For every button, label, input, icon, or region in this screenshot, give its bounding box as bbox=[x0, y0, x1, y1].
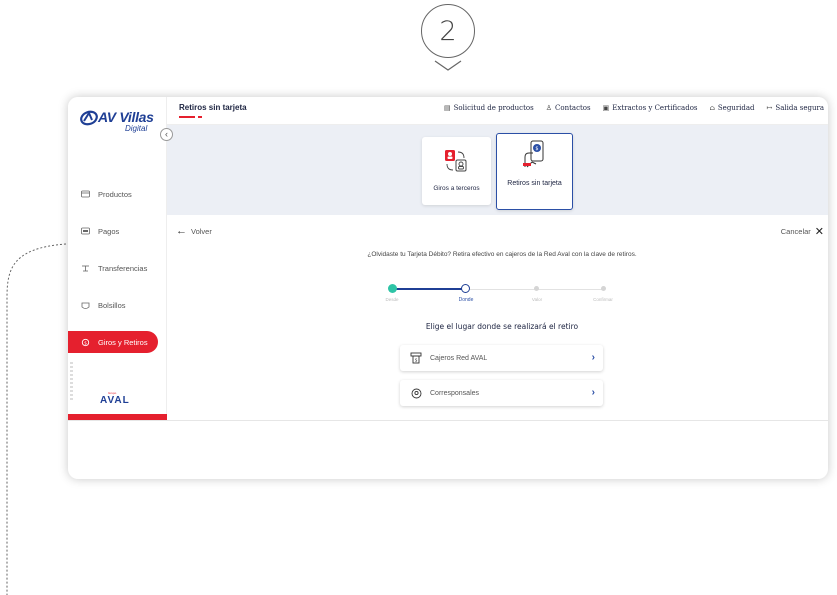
chevron-right-icon: › bbox=[591, 387, 595, 398]
card-icon bbox=[80, 226, 90, 236]
sidebar-item-bolsillos[interactable]: Bolsillos bbox=[68, 294, 167, 316]
back-label: Volver bbox=[191, 226, 212, 236]
sidebar-item-productos[interactable]: Productos bbox=[68, 183, 167, 205]
option-corresponsales[interactable]: Corresponsales › bbox=[400, 380, 603, 406]
svg-text:$: $ bbox=[415, 358, 418, 364]
transfer-icon bbox=[80, 263, 90, 273]
step-label: Valor bbox=[531, 297, 543, 302]
aval-logo: AVAL bbox=[100, 395, 130, 406]
step-dot-current bbox=[461, 284, 470, 293]
location-pin-icon bbox=[409, 388, 423, 399]
document-icon: ▣ bbox=[602, 104, 610, 112]
chevron-right-icon: › bbox=[591, 352, 595, 363]
stepper-line-done bbox=[393, 288, 465, 290]
header-link-extractos[interactable]: ▣ Extractos y Certificados bbox=[603, 104, 698, 112]
step-label: Desde bbox=[385, 297, 399, 302]
atm-icon: $ bbox=[409, 352, 423, 364]
product-card-label: Giros a terceros bbox=[433, 185, 480, 192]
cancel-button[interactable]: Cancelar ✕ bbox=[781, 225, 824, 238]
product-card-label: Retiros sin tarjeta bbox=[507, 180, 562, 187]
logout-icon: ↦ bbox=[766, 104, 773, 112]
phone-withdrawal-icon: $ bbox=[523, 140, 544, 168]
sidebar-item-pagos[interactable]: Pagos bbox=[68, 220, 167, 242]
brand-sub: Digital bbox=[125, 124, 148, 133]
form-icon: ▤ bbox=[444, 104, 451, 112]
step-label: Confirmar bbox=[593, 297, 613, 302]
intro-text: ¿Olvidaste tu Tarjeta Débito? Retira efe… bbox=[367, 251, 637, 258]
sidebar-item-label: Giros y Retiros bbox=[98, 337, 148, 347]
sidebar-item-transferencias[interactable]: Transferencias bbox=[68, 257, 167, 279]
pocket-icon bbox=[80, 300, 90, 310]
lock-icon: ⌂ bbox=[709, 104, 715, 112]
header-link-salida[interactable]: ↦ Salida segura bbox=[767, 104, 824, 112]
main-content: ← Volver Cancelar ✕ ¿Olvidaste tu Tarjet… bbox=[167, 215, 828, 420]
money-transfer-people-icon bbox=[445, 150, 467, 172]
choose-location-title: Elige el lugar donde se realizará el ret… bbox=[425, 322, 579, 331]
user-icon: ♙ bbox=[545, 104, 552, 112]
header-link-label: Contactos bbox=[555, 104, 591, 112]
product-card-retiros[interactable]: $ Retiros sin tarjeta bbox=[496, 133, 573, 210]
av-villas-logo[interactable]: AV Villas Digital bbox=[80, 109, 160, 139]
step-dot-done bbox=[388, 284, 397, 293]
av-villas-logo-mark-icon bbox=[80, 110, 98, 126]
header-links: ▤ Solicitud de productos ♙ Contactos ▣ Extr… bbox=[444, 104, 824, 112]
product-card-giros[interactable]: Giros a terceros bbox=[422, 137, 491, 205]
step-dot-pending bbox=[601, 286, 606, 291]
arrow-left-icon: ← bbox=[176, 225, 187, 237]
sidebar-item-label: Bolsillos bbox=[98, 300, 126, 310]
progress-stepper: Desde Donde Valor Confirmar bbox=[385, 283, 613, 303]
step-number-circle: 2 bbox=[421, 4, 475, 58]
vertical-legal-text bbox=[70, 362, 73, 402]
header-link-solicitud[interactable]: ▤ Solicitud de productos bbox=[444, 104, 534, 112]
sidebar-item-label: Transferencias bbox=[98, 263, 148, 273]
top-header: Retiros sin tarjeta ▤ Solicitud de produc… bbox=[167, 97, 828, 125]
sidebar: AV Villas Digital Productos Pagos Transf… bbox=[68, 97, 167, 420]
header-link-label: Solicitud de productos bbox=[453, 104, 534, 112]
close-icon: ✕ bbox=[814, 226, 824, 238]
collapse-sidebar-button[interactable]: ‹ bbox=[160, 128, 173, 141]
svg-text:$: $ bbox=[535, 146, 538, 152]
chevron-down-icon bbox=[434, 60, 462, 71]
cancel-label: Cancelar bbox=[780, 227, 811, 236]
page: 2 AV Villas Digital Productos Pagos Tran… bbox=[0, 0, 837, 595]
money-transfer-icon: $ bbox=[80, 337, 90, 347]
title-underline-dot bbox=[198, 116, 202, 118]
step-label-current: Donde bbox=[458, 297, 474, 303]
step-dot-pending bbox=[534, 286, 539, 291]
page-title: Retiros sin tarjeta bbox=[179, 103, 247, 112]
header-link-seguridad[interactable]: ⌂ Seguridad bbox=[710, 104, 755, 112]
title-underline bbox=[179, 116, 195, 118]
back-button[interactable]: ← Volver bbox=[176, 225, 212, 237]
svg-text:$: $ bbox=[84, 340, 87, 346]
header-link-label: Extractos y Certificados bbox=[612, 104, 698, 112]
wallet-icon bbox=[80, 189, 90, 199]
sidebar-item-label: Pagos bbox=[98, 226, 120, 236]
sidebar-item-giros-y-retiros[interactable]: $ Giros y Retiros bbox=[68, 331, 158, 353]
step-number: 2 bbox=[439, 15, 457, 47]
brand-name: AV Villas bbox=[98, 109, 154, 125]
option-cajeros-red-aval[interactable]: $ Cajeros Red AVAL › bbox=[400, 345, 603, 371]
product-selection-band: Giros a terceros $ Retiros sin tarjeta bbox=[167, 125, 828, 215]
divider bbox=[68, 420, 828, 421]
app-window: AV Villas Digital Productos Pagos Transf… bbox=[68, 97, 828, 479]
header-link-contactos[interactable]: ♙ Contactos bbox=[546, 104, 591, 112]
header-link-label: Salida segura bbox=[775, 104, 824, 112]
header-link-label: Seguridad bbox=[717, 104, 755, 112]
sidebar-item-label: Productos bbox=[98, 189, 132, 199]
option-label: Corresponsales bbox=[430, 389, 480, 397]
option-label: Cajeros Red AVAL bbox=[430, 354, 488, 362]
